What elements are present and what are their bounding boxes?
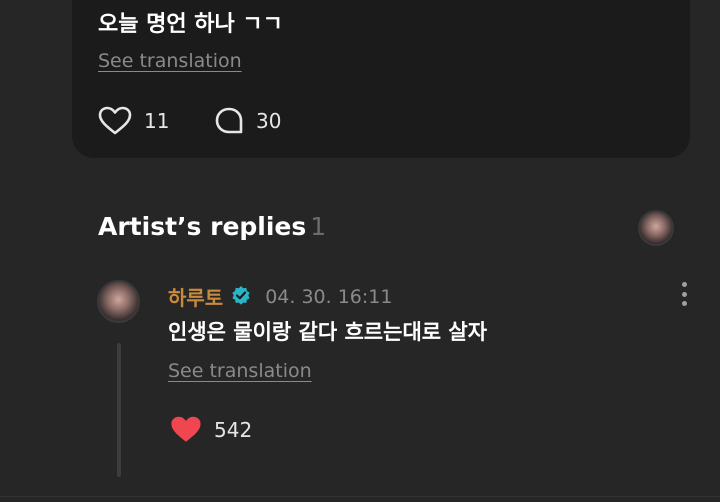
more-vertical-icon[interactable] [676,282,692,306]
reply-author-avatar[interactable] [97,280,140,323]
reply-date: 04. 30. 16:11 [265,285,393,308]
divider [0,496,720,497]
comment-page: 오늘 명언 하나 ㄱㄱ See translation 11 30 Artist… [0,0,720,502]
post-see-translation-link[interactable]: See translation [98,50,242,72]
post-like-count: 11 [144,109,170,133]
post-like-button[interactable]: 11 [98,106,169,136]
reply-meta: 하루토 04. 30. 16:11 [168,282,392,311]
post-comment-count: 30 [256,109,282,133]
reply-see-translation-link[interactable]: See translation [168,360,312,382]
speech-bubble-icon [214,106,244,136]
heart-filled-icon [170,415,202,444]
reply-author-name[interactable]: 하루토 [168,282,223,311]
heart-outline-icon [98,106,132,136]
post-comment-button[interactable]: 30 [214,106,281,136]
artist-avatar-small[interactable] [638,210,674,246]
more-dot [681,301,687,306]
artist-replies-title: Artist’s replies [98,212,307,241]
artist-replies-count: 1 [310,212,327,241]
verified-badge-icon [231,285,251,309]
reply-like-button[interactable]: 542 [170,415,252,444]
more-dot [681,291,687,297]
reply-text: 인생은 물이랑 같다 흐르는대로 살자 [168,320,488,344]
thread-line [117,343,121,477]
post-text: 오늘 명언 하나 ㄱㄱ [98,12,283,37]
reply-like-count: 542 [214,417,253,442]
more-dot [681,282,687,287]
artist-replies-header: Artist’s replies 1 [98,212,326,241]
